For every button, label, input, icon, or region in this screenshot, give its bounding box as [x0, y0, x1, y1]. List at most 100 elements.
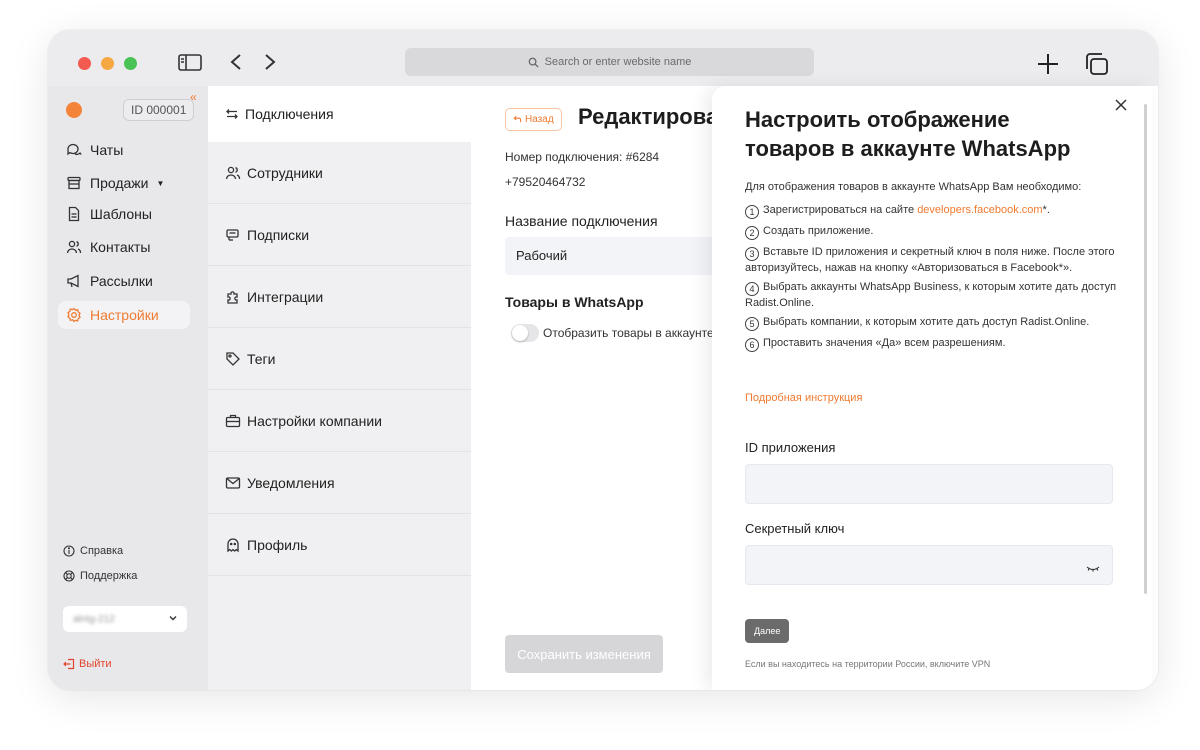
instruction-step: 1 Зарегистрироваться на сайте developers.… [745, 203, 1120, 219]
back-arrow-icon[interactable] [228, 50, 244, 79]
facebook-developers-link[interactable]: developers.facebook.com [917, 204, 1042, 216]
puzzle-icon [227, 290, 238, 304]
titlebar: Search or enter website name [48, 30, 1158, 86]
logout-icon [63, 658, 75, 670]
sidebar-item-chats[interactable]: Чаты [58, 136, 190, 164]
minimize-window-button[interactable] [101, 57, 114, 70]
profile-icon [227, 537, 239, 552]
drawer-intro: Для отображения товаров в аккаунте Whats… [745, 181, 1082, 193]
step-text: Создать приложение. [763, 225, 874, 237]
instruction-step: 2 Создать приложение. [745, 224, 1120, 240]
app-id-input[interactable] [745, 464, 1113, 504]
subscriptions-icon [226, 228, 239, 241]
address-bar[interactable]: Search or enter website name [405, 48, 814, 76]
secret-key-input[interactable] [745, 545, 1113, 585]
step-text: Проставить значения «Да» всем разрешения… [763, 337, 1006, 349]
back-button[interactable]: Назад [505, 108, 562, 131]
step-text: Зарегистрироваться на сайте [763, 204, 915, 216]
support-link[interactable]: Поддержка [63, 570, 137, 582]
instruction-step: 6 Проставить значения «Да» всем разрешени… [745, 336, 1120, 352]
instruction-step: 3 Вставьте ID приложения и секретный ключ… [745, 245, 1120, 275]
sidebar-item-mailings[interactable]: Рассылки [58, 267, 190, 295]
avatar[interactable] [66, 102, 82, 118]
instruction-step: 4 Выбрать аккаунты WhatsApp Business, к к… [745, 280, 1120, 310]
hide-password-icon[interactable] [1086, 560, 1100, 578]
show-products-label: Отобразить товары в аккаунте [543, 326, 714, 340]
forward-arrow-icon[interactable] [262, 50, 278, 79]
save-changes-button[interactable]: Сохранить изменения [505, 635, 663, 673]
support-label: Поддержка [80, 570, 138, 582]
settings-item-connections[interactable]: Подключения [208, 86, 471, 142]
settings-item-tags[interactable]: Теги [208, 328, 471, 390]
search-icon [528, 57, 539, 68]
tag-icon [226, 351, 240, 366]
connection-phone: +79520464732 [505, 175, 586, 189]
detailed-instructions-link[interactable]: Подробная инструкция [745, 392, 862, 404]
info-icon [63, 545, 75, 557]
new-tab-icon[interactable] [1036, 52, 1060, 81]
sidebar-item-label: Шаблоны [90, 206, 152, 222]
show-products-toggle[interactable] [511, 324, 539, 342]
browser-window: Search or enter website name ID 000001 «… [48, 30, 1158, 690]
settings-item-profile[interactable]: Профиль [208, 514, 471, 576]
close-icon[interactable] [1114, 98, 1128, 117]
sidebar-item-label: Контакты [90, 239, 151, 255]
step-number: 6 [745, 338, 759, 352]
close-window-button[interactable] [78, 57, 91, 70]
company-select[interactable]: alntg-212 [63, 606, 187, 632]
settings-item-label: Теги [247, 350, 276, 367]
megaphone-icon [67, 274, 79, 288]
gear-icon [67, 307, 81, 323]
whatsapp-catalog-drawer: Настроить отображение товаров в аккаунте… [712, 86, 1152, 690]
settings-submenu: Подключения Сотрудники Подписки Интеграц… [208, 86, 471, 690]
help-link[interactable]: Справка [63, 545, 123, 557]
instruction-steps: 1 Зарегистрироваться на сайте developers.… [745, 203, 1120, 357]
app-content: ID 000001 « Чаты Продажи ▼ Шаблоны Конта… [48, 86, 1158, 690]
settings-item-label: Профиль [247, 536, 308, 553]
sidebar-item-label: Рассылки [90, 273, 153, 289]
sidebar-item-label: Продажи [90, 175, 149, 191]
whatsapp-products-heading: Товары в WhatsApp [505, 294, 644, 310]
company-select-value: alntg-212 [73, 613, 115, 625]
sidebar-item-contacts[interactable]: Контакты [58, 233, 190, 261]
briefcase-icon [225, 414, 241, 427]
settings-item-notifications[interactable]: Уведомления [208, 452, 471, 514]
document-icon [68, 206, 80, 222]
sidebar-item-settings[interactable]: Настройки [58, 301, 190, 329]
store-icon [67, 176, 81, 190]
back-button-label: Назад [525, 114, 554, 125]
zoom-window-button[interactable] [124, 57, 137, 70]
step-text: Выбрать компании, к которым хотите дать … [763, 316, 1090, 328]
main-sidebar: ID 000001 « Чаты Продажи ▼ Шаблоны Конта… [48, 86, 208, 690]
sidebar-item-templates[interactable]: Шаблоны [58, 200, 190, 228]
settings-item-subscriptions[interactable]: Подписки [208, 204, 471, 266]
back-arrow-icon [513, 115, 522, 123]
connections-icon [226, 109, 238, 119]
tabs-overview-icon[interactable] [1084, 52, 1110, 81]
settings-item-integrations[interactable]: Интеграции [208, 266, 471, 328]
users-icon [225, 166, 241, 179]
collapse-sidebar-icon[interactable]: « [190, 90, 197, 104]
drawer-title: Настроить отображение товаров в аккаунте… [745, 107, 1071, 161]
logout-label: Выйти [79, 658, 112, 670]
connection-name-label: Название подключения [505, 213, 658, 229]
settings-item-label: Настройки компании [247, 412, 382, 429]
drawer-scrollbar[interactable] [1144, 104, 1147, 594]
settings-item-employees[interactable]: Сотрудники [208, 142, 471, 204]
logout-link[interactable]: Выйти [63, 658, 112, 670]
step-number: 5 [745, 317, 759, 331]
settings-item-company[interactable]: Настройки компании [208, 390, 471, 452]
contacts-icon [66, 240, 82, 254]
help-label: Справка [80, 545, 124, 557]
mail-icon [225, 476, 241, 489]
step-number: 2 [745, 226, 759, 240]
address-placeholder: Search or enter website name [544, 56, 692, 68]
app-id-label: ID приложения [745, 440, 836, 455]
chevron-down-icon: ▼ [156, 178, 165, 188]
sidebar-item-sales[interactable]: Продажи ▼ [58, 169, 190, 197]
settings-item-label: Подписки [247, 226, 310, 243]
connection-number: Номер подключения: #6284 [505, 150, 660, 164]
next-button[interactable]: Далее [745, 619, 790, 643]
instruction-step: 5 Выбрать компании, к которым хотите дать… [745, 315, 1120, 331]
sidebar-toggle-icon[interactable] [178, 50, 202, 79]
